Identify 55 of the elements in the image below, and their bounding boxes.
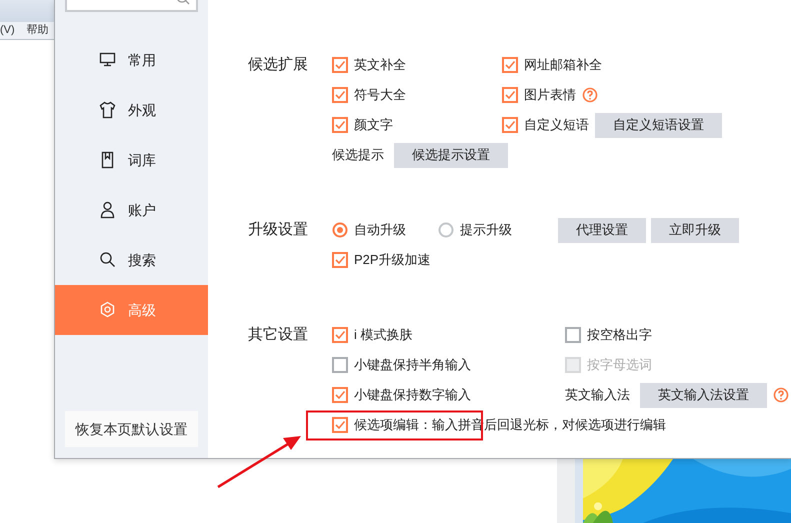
menu-item[interactable]: 帮助	[26, 22, 49, 39]
sidebar-item[interactable]: 常用	[55, 35, 208, 85]
sidebar-item[interactable]: 外观	[55, 85, 208, 135]
bookmark-icon	[99, 151, 116, 169]
checkbox-option[interactable]: 符号大全	[332, 85, 406, 105]
checkbox-option[interactable]: 按空格出字	[565, 325, 652, 345]
shirt-icon	[99, 101, 116, 119]
help-icon[interactable]	[582, 87, 598, 103]
sidebar-item[interactable]: 搜索	[55, 235, 208, 285]
checkbox-option[interactable]: i 模式换肤	[332, 325, 412, 345]
window-frame	[557, 459, 583, 523]
checkbox[interactable]	[332, 357, 348, 373]
person-icon	[99, 201, 116, 219]
checkbox[interactable]	[332, 252, 348, 268]
settings-button[interactable]: 英文输入法设置	[640, 382, 767, 408]
setting-label: 英文输入法	[565, 386, 630, 404]
checkbox[interactable]	[332, 387, 348, 403]
setting-label: 候选提示	[332, 146, 384, 164]
checkbox-option[interactable]: 自定义短语	[502, 115, 589, 135]
radio-button[interactable]	[332, 222, 348, 238]
checkbox[interactable]	[332, 327, 348, 343]
checkbox-option[interactable]: P2P升级加速	[332, 250, 431, 270]
sidebar-item[interactable]: 词库	[55, 135, 208, 185]
monitor-icon	[99, 51, 116, 69]
settings-button[interactable]: 候选提示设置	[394, 142, 508, 168]
radio-button[interactable]	[438, 222, 454, 238]
settings-button[interactable]: 立即升级	[651, 218, 739, 242]
menu-item[interactable]: (V)	[0, 22, 15, 39]
title-bar	[0, 0, 54, 22]
checkbox-option[interactable]: 颜文字	[332, 115, 393, 135]
sidebar-item[interactable]: 账户	[55, 185, 208, 235]
checkbox[interactable]	[502, 57, 518, 73]
gear-icon	[99, 301, 116, 319]
restore-defaults-button[interactable]: 恢复本页默认设置	[65, 411, 198, 447]
checkbox-option[interactable]: 网址邮箱补全	[502, 55, 602, 75]
checkbox[interactable]	[565, 327, 581, 343]
checkbox-option[interactable]: 小键盘保持数字输入	[332, 385, 471, 405]
section-title: 升级设置	[248, 220, 309, 240]
search-icon	[99, 251, 116, 269]
checkbox[interactable]	[502, 117, 518, 133]
section-title: 其它设置	[248, 325, 309, 345]
checkbox-option[interactable]: 图片表情	[502, 85, 576, 105]
section-title: 候选扩展	[248, 55, 309, 75]
radio-option[interactable]: 提示升级	[438, 220, 512, 240]
checkbox[interactable]	[502, 87, 518, 103]
checkbox-option[interactable]: 英文补全	[332, 55, 406, 75]
checkbox[interactable]	[332, 417, 348, 433]
checkbox[interactable]	[332, 87, 348, 103]
radio-option[interactable]: 自动升级	[332, 220, 406, 240]
checkbox[interactable]	[332, 117, 348, 133]
settings-button[interactable]: 自定义短语设置	[595, 112, 722, 138]
help-icon[interactable]	[773, 387, 789, 403]
checkbox[interactable]	[332, 57, 348, 73]
settings-button[interactable]: 代理设置	[558, 218, 646, 242]
checkbox-option[interactable]: 小键盘保持半角输入	[332, 355, 471, 375]
